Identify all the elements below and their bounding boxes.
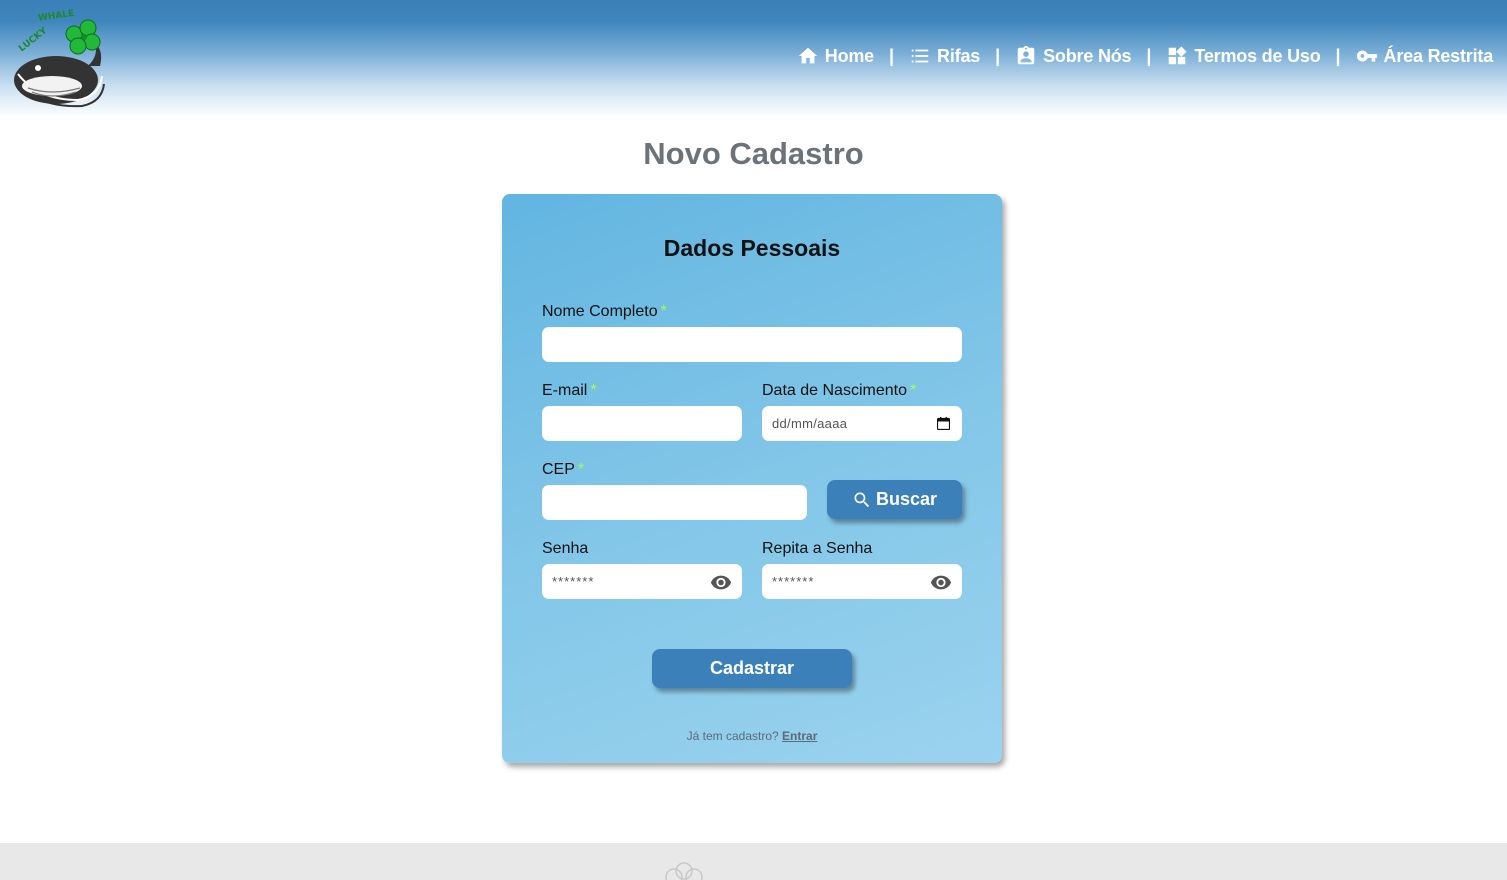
- eye-icon[interactable]: [710, 573, 732, 591]
- form-title: Dados Pessoais: [663, 235, 841, 261]
- page-title: Novo Cadastro: [643, 136, 864, 171]
- header-bar: LUCKY WHALE Home | Rifas | Sobre Nós | T…: [0, 0, 1507, 118]
- nav-home[interactable]: Home: [797, 45, 874, 67]
- cep-input[interactable]: [542, 485, 807, 520]
- nav-area-restrita-label: Área Restrita: [1383, 45, 1494, 66]
- buscar-label: Buscar: [875, 489, 938, 509]
- nav-rifas[interactable]: Rifas: [909, 45, 980, 67]
- repita-senha-label: Repita a Senha: [762, 540, 873, 557]
- registration-form: Dados Pessoais Nome Completo * E-mail * Da…: [502, 194, 1002, 763]
- date-placeholder: dd/mm/aaaa: [772, 416, 848, 431]
- eye-icon[interactable]: [930, 573, 952, 591]
- login-prompt: Já tem cadastro? Entrar: [502, 729, 1002, 743]
- nav-area-restrita[interactable]: Área Restrita: [1356, 45, 1493, 67]
- nav-termos-de-uso[interactable]: Termos de Uso: [1166, 45, 1321, 67]
- senha-value: *******: [552, 574, 595, 589]
- nav-rifas-label: Rifas: [937, 45, 981, 66]
- data-nascimento-input[interactable]: dd/mm/aaaa: [762, 406, 962, 441]
- senha-input[interactable]: *******: [542, 564, 742, 599]
- contact-card-icon: [1017, 45, 1035, 65]
- nav-separator: |: [1335, 45, 1341, 66]
- nav-sobre-nos[interactable]: Sobre Nós: [1015, 45, 1132, 67]
- cep-label: CEP *: [542, 461, 585, 478]
- home-icon: [798, 47, 817, 64]
- login-prompt-text: Já tem cadastro?: [686, 729, 779, 743]
- calendar-icon[interactable]: [937, 417, 950, 430]
- senha-label: Senha: [542, 540, 589, 557]
- cadastrar-button[interactable]: Cadastrar: [652, 649, 852, 688]
- search-icon: [854, 492, 870, 507]
- svg-text:WHALE: WHALE: [37, 9, 74, 24]
- lucky-whale-logo[interactable]: LUCKY WHALE: [8, 4, 108, 108]
- nav-separator: |: [889, 45, 895, 66]
- required-mark: *: [590, 382, 597, 399]
- page-footer: [0, 843, 1507, 880]
- nav-termos-label: Termos de Uso: [1194, 45, 1321, 66]
- widgets-icon: [1169, 46, 1187, 65]
- nav-sobre-nos-label: Sobre Nós: [1043, 45, 1132, 66]
- required-mark: *: [577, 461, 585, 478]
- main-nav: Home | Rifas | Sobre Nós | Termos de Uso…: [797, 42, 1493, 70]
- repita-senha-value: *******: [772, 574, 815, 589]
- clover-icon: [665, 862, 703, 880]
- key-icon: [1356, 50, 1377, 62]
- buscar-button[interactable]: Buscar: [827, 480, 962, 519]
- svg-text:LUCKY: LUCKY: [17, 26, 49, 54]
- nome-label: Nome Completo *: [542, 303, 667, 320]
- nav-separator: |: [1146, 45, 1152, 66]
- required-mark: *: [909, 382, 917, 399]
- email-label: E-mail *: [542, 382, 597, 399]
- nome-completo-input[interactable]: [542, 327, 962, 362]
- entrar-link[interactable]: Entrar: [782, 729, 817, 743]
- list-icon: [911, 49, 929, 63]
- nascimento-label: Data de Nascimento *: [762, 382, 917, 399]
- nav-separator: |: [995, 45, 1001, 66]
- required-mark: *: [660, 303, 667, 320]
- cadastrar-label: Cadastrar: [709, 658, 795, 678]
- nav-home-label: Home: [824, 45, 874, 66]
- repita-senha-input[interactable]: *******: [762, 564, 962, 599]
- email-input[interactable]: [542, 406, 742, 441]
